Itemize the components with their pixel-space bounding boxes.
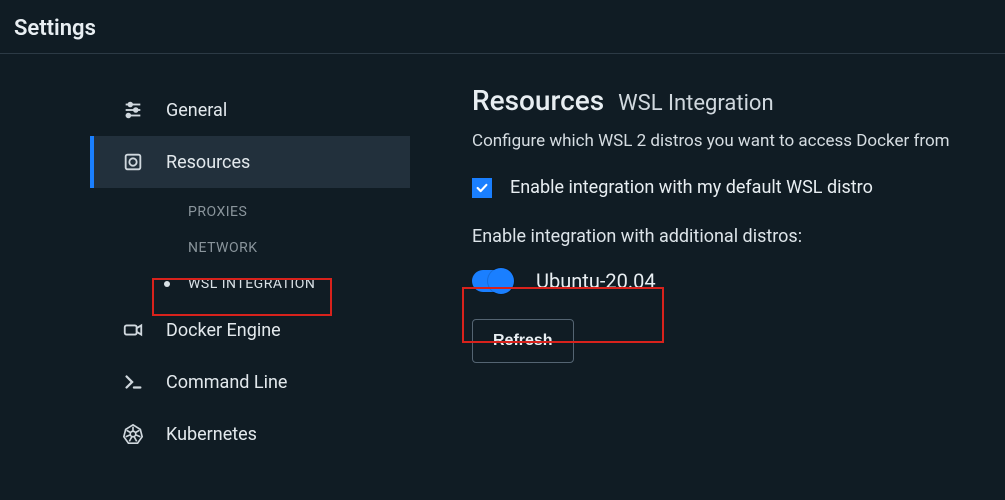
settings-sidebar: General Resources PROXIES NETWORK WSL IN… <box>0 84 410 460</box>
sidebar-item-docker-engine[interactable]: Docker Engine <box>90 304 410 356</box>
sidebar-subitem-wsl-integration[interactable]: WSL INTEGRATION <box>90 266 410 302</box>
sidebar-item-kubernetes[interactable]: Kubernetes <box>90 408 410 460</box>
resources-subnav: PROXIES NETWORK WSL INTEGRATION <box>90 188 410 304</box>
enable-default-wsl-row: Enable integration with my default WSL d… <box>472 177 985 198</box>
page-heading: Settings <box>14 16 96 41</box>
sidebar-subitem-label: PROXIES <box>188 204 247 220</box>
sidebar-item-label: Docker Engine <box>166 320 281 341</box>
page-title-row: Resources WSL Integration <box>472 84 985 117</box>
sidebar-item-label: Command Line <box>166 372 287 393</box>
sidebar-subitem-label: WSL INTEGRATION <box>188 276 315 292</box>
terminal-icon <box>122 371 144 393</box>
camera-icon <box>122 319 144 341</box>
content-description: Configure which WSL 2 distros you want t… <box>472 131 985 151</box>
sidebar-subitem-proxies[interactable]: PROXIES <box>90 194 410 230</box>
resources-icon <box>122 151 144 173</box>
sliders-icon <box>122 99 144 121</box>
kubernetes-icon <box>122 423 144 445</box>
refresh-button[interactable]: Refresh <box>472 319 574 363</box>
distro-ubuntu-20-04-toggle[interactable] <box>472 270 512 292</box>
settings-content: Resources WSL Integration Configure whic… <box>410 84 1005 460</box>
additional-distros-label: Enable integration with additional distr… <box>472 226 985 247</box>
enable-default-wsl-label: Enable integration with my default WSL d… <box>510 177 873 198</box>
toggle-knob-icon <box>488 268 514 294</box>
refresh-button-label: Refresh <box>493 332 553 350</box>
enable-default-wsl-checkbox[interactable] <box>472 178 492 198</box>
check-icon <box>475 181 489 195</box>
distro-ubuntu-20-04-row: Ubuntu-20.04 <box>472 269 985 293</box>
settings-header: Settings <box>0 0 1005 54</box>
sidebar-subitem-label: NETWORK <box>188 240 258 256</box>
sidebar-item-resources[interactable]: Resources <box>90 136 410 188</box>
sidebar-subitem-network[interactable]: NETWORK <box>90 230 410 266</box>
sidebar-item-label: Kubernetes <box>166 424 257 445</box>
content-subtitle: WSL Integration <box>618 91 773 116</box>
bullet-icon <box>164 281 170 287</box>
sidebar-item-label: Resources <box>166 152 250 173</box>
sidebar-item-general[interactable]: General <box>90 84 410 136</box>
sidebar-item-command-line[interactable]: Command Line <box>90 356 410 408</box>
distro-name-label: Ubuntu-20.04 <box>536 269 656 293</box>
content-title: Resources <box>472 84 604 117</box>
sidebar-item-label: General <box>166 100 227 121</box>
